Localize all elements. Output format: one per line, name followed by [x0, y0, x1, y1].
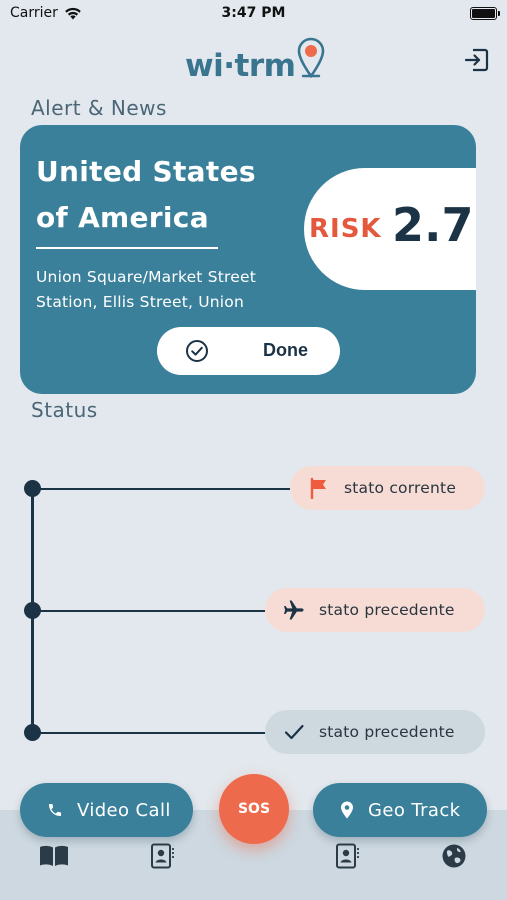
location-address: Union Square/Market Street Station, Elli…	[36, 268, 257, 311]
airplane-icon	[281, 597, 307, 623]
app-logo: wi·trm	[185, 36, 326, 82]
location-pin-icon	[340, 801, 354, 819]
done-button[interactable]: Done	[157, 327, 340, 375]
status-item-label: stato precedente	[319, 601, 455, 619]
geo-track-button[interactable]: Geo Track	[313, 783, 487, 837]
location-pin-icon	[298, 37, 325, 78]
alert-card: United States of America Union Square/Ma…	[20, 125, 476, 394]
logo-text: wi·trm	[185, 48, 296, 84]
book-icon	[40, 845, 68, 866]
country-name: United States of America	[36, 155, 256, 234]
tab-guide[interactable]	[39, 842, 69, 870]
status-item-current[interactable]: stato corrente	[290, 466, 485, 510]
status-bar: Carrier 3:47 PM	[0, 0, 507, 30]
sos-label: SOS	[237, 801, 271, 817]
timeline-branch	[34, 732, 265, 734]
check-icon	[281, 719, 307, 745]
card-divider	[36, 247, 218, 249]
clock: 3:47 PM	[221, 5, 286, 21]
video-call-button[interactable]: Video Call	[20, 783, 193, 837]
done-label: Done	[263, 340, 308, 360]
risk-value: 2.7	[392, 198, 474, 252]
globe-icon	[442, 844, 466, 868]
alert-section-title: Alert & News	[31, 96, 167, 120]
battery-icon	[470, 7, 500, 20]
flag-icon	[306, 475, 332, 501]
timeline-branch	[34, 610, 265, 612]
timeline-branch	[34, 488, 290, 490]
status-item-label: stato precedente	[319, 723, 455, 741]
check-circle-icon	[186, 340, 208, 362]
logout-icon	[464, 48, 489, 72]
status-item-label: stato corrente	[344, 479, 457, 497]
phone-icon	[47, 802, 63, 818]
logout-button[interactable]	[463, 46, 491, 74]
risk-label: RISK	[309, 214, 382, 244]
status-item-previous[interactable]: stato precedente	[265, 710, 485, 754]
tab-world[interactable]	[439, 842, 469, 870]
contacts-icon	[151, 843, 174, 869]
status-section-title: Status	[31, 398, 98, 422]
tab-contacts[interactable]	[147, 842, 177, 870]
tab-contacts-secondary[interactable]	[332, 842, 362, 870]
status-item-previous[interactable]: stato precedente	[265, 588, 485, 632]
geo-track-label: Geo Track	[368, 799, 461, 821]
video-call-label: Video Call	[77, 799, 171, 821]
contacts-icon	[336, 843, 359, 869]
sos-button[interactable]: SOS	[219, 774, 289, 844]
risk-badge: RISK 2.7	[304, 168, 476, 290]
